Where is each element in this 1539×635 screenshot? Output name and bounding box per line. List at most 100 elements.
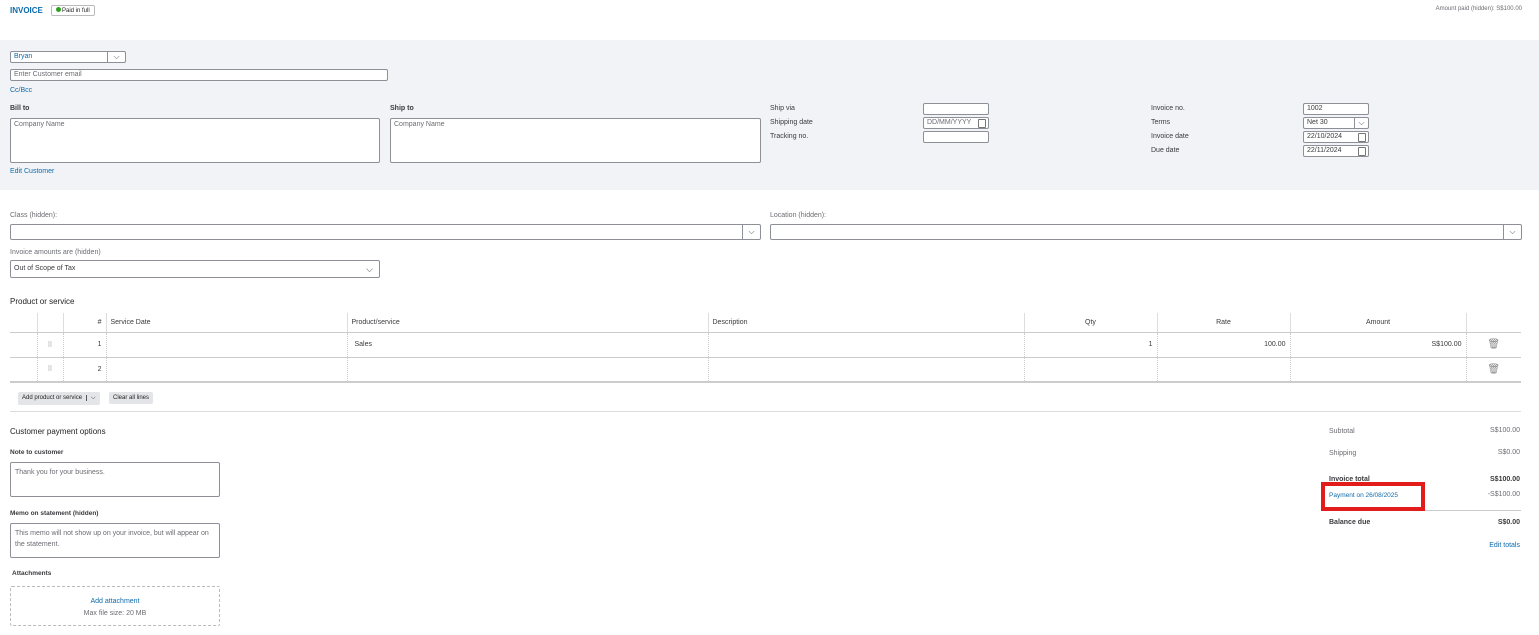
subtotal-label: Subtotal: [1329, 428, 1355, 435]
edit-customer-link[interactable]: Edit Customer: [10, 168, 54, 175]
cell-description[interactable]: [707, 332, 1024, 358]
status-dot-icon: [56, 7, 61, 12]
col-drag: [36, 313, 63, 333]
terms-label: Terms: [1151, 119, 1171, 126]
max-file-size: Max file size: 20 MB: [83, 610, 147, 617]
shipping-date-input[interactable]: DD/MM/YYYY: [923, 117, 989, 129]
chevron-down-icon: ⌵: [366, 264, 373, 274]
lines-title: Product or service: [10, 297, 75, 306]
bill-to-input[interactable]: Company Name: [10, 118, 380, 163]
add-attachment-link[interactable]: Add attachment: [11, 598, 219, 605]
shipping-value: S$0.00: [1497, 449, 1520, 456]
note-textarea[interactable]: Thank you for your business.: [10, 462, 220, 497]
ship-to-label: Ship to: [390, 105, 414, 112]
chevron-down-icon: ⌵: [107, 52, 125, 62]
table-row[interactable]: ⠿ 1 Sales 1 100.00 S$100.00 🗑: [10, 332, 1521, 358]
drag-handle-icon[interactable]: ⠿: [36, 332, 63, 358]
cell-description[interactable]: [707, 357, 1024, 383]
payment-value: -S$100.00: [1487, 491, 1520, 498]
location-label: Location (hidden):: [770, 212, 827, 219]
table-header: # Service Date Product/service Descripti…: [10, 313, 1521, 333]
table-row[interactable]: ⠿ 2 🗑: [10, 357, 1521, 383]
invoice-date-value: 22/10/2024: [1307, 133, 1343, 140]
cell-amount[interactable]: S$100.00: [1289, 332, 1466, 358]
payment-link[interactable]: Payment on 26/08/2025: [1329, 492, 1398, 499]
totals-divider: [1425, 510, 1521, 511]
balance-due-value: S$0.00: [1497, 519, 1520, 526]
due-date-value: 22/11/2024: [1307, 147, 1342, 154]
edit-totals-link[interactable]: Edit totals: [1489, 542, 1520, 549]
status-text: Paid in full: [62, 8, 90, 14]
amounts-label: Invoice amounts are (hidden): [10, 249, 101, 256]
calendar-icon[interactable]: [1358, 147, 1366, 156]
col-blank: [10, 313, 37, 333]
cell-product[interactable]: Sales: [346, 332, 708, 358]
clear-lines-button[interactable]: Clear all lines: [109, 392, 154, 404]
invoice-date-input[interactable]: 22/10/2024: [1303, 131, 1369, 143]
col-service-date: Service Date: [105, 313, 347, 333]
col-amount: Amount: [1289, 313, 1466, 333]
divider: [10, 411, 1521, 412]
terms-value: Net 30: [1307, 119, 1328, 126]
invoice-no-input[interactable]: 1002: [1303, 103, 1369, 115]
customer-email-input[interactable]: Enter Customer email: [10, 69, 388, 81]
tracking-input[interactable]: [923, 131, 989, 143]
cc-bcc-link[interactable]: Cc/Bcc: [10, 87, 32, 94]
attachment-dropzone[interactable]: Add attachment Max file size: 20 MB: [10, 586, 220, 626]
cell-date[interactable]: [105, 357, 347, 383]
cell-amount[interactable]: [1289, 357, 1466, 383]
memo-textarea[interactable]: This memo will not show up on your invoi…: [10, 523, 220, 558]
amounts-select[interactable]: Out of Scope of Tax ⌵: [10, 260, 380, 278]
ship-to-input[interactable]: Company Name: [390, 118, 761, 163]
chevron-down-icon: ⌵: [742, 225, 760, 239]
cell-qty[interactable]: 1: [1023, 332, 1157, 358]
cell-num: 2: [62, 357, 106, 383]
trash-icon[interactable]: 🗑: [1465, 332, 1521, 358]
due-date-label: Due date: [1151, 147, 1180, 154]
attachments-label: Attachments: [12, 570, 52, 577]
invoice-date-label: Invoice date: [1151, 133, 1189, 140]
tracking-label: Tracking no.: [770, 133, 809, 140]
payment-options-title: Customer payment options: [10, 427, 106, 436]
page-title: INVOICE: [10, 6, 43, 15]
class-select[interactable]: ⌵: [10, 224, 761, 240]
location-select[interactable]: ⌵: [770, 224, 1522, 240]
drag-handle-icon[interactable]: ⠿: [36, 357, 63, 383]
cell-qty[interactable]: [1023, 357, 1157, 383]
note-label: Note to customer: [10, 449, 64, 456]
cell-product[interactable]: [346, 357, 708, 383]
due-date-input[interactable]: 22/11/2024: [1303, 145, 1369, 157]
chevron-down-icon[interactable]: ⌵: [86, 395, 96, 401]
add-product-button[interactable]: Add product or service ⌵: [18, 392, 100, 405]
cell-blank: [10, 332, 37, 358]
col-actions: [1465, 313, 1521, 333]
calendar-icon[interactable]: [1358, 133, 1366, 142]
line-items-table: # Service Date Product/service Descripti…: [10, 313, 1521, 383]
class-label: Class (hidden):: [10, 212, 58, 219]
col-num: #: [62, 313, 106, 333]
customer-section: [0, 40, 1539, 190]
amounts-value: Out of Scope of Tax: [14, 265, 76, 272]
ship-via-label: Ship via: [770, 105, 795, 112]
col-qty: Qty: [1023, 313, 1157, 333]
ship-via-input[interactable]: [923, 103, 989, 115]
customer-select[interactable]: Bryan ⌵: [10, 51, 126, 63]
trash-icon[interactable]: 🗑: [1465, 357, 1521, 383]
calendar-icon[interactable]: [978, 119, 986, 128]
cell-rate[interactable]: 100.00: [1156, 332, 1290, 358]
add-product-label: Add product or service: [22, 395, 83, 401]
shipping-date-label: Shipping date: [770, 119, 813, 126]
customer-name: Bryan: [14, 53, 33, 60]
cell-date[interactable]: [105, 332, 347, 358]
chevron-down-icon: ⌵: [1354, 118, 1368, 128]
status-badge: Paid in full: [51, 5, 95, 16]
chevron-down-icon: ⌵: [1503, 225, 1521, 239]
memo-label: Memo on statement (hidden): [10, 510, 99, 517]
terms-select[interactable]: Net 30 ⌵: [1303, 117, 1369, 129]
balance-due-label: Balance due: [1329, 519, 1371, 526]
amount-paid: Amount paid (hidden): S$100.00: [1435, 6, 1522, 12]
cell-rate[interactable]: [1156, 357, 1290, 383]
col-product: Product/service: [346, 313, 708, 333]
invoice-no-label: Invoice no.: [1151, 105, 1185, 112]
col-rate: Rate: [1156, 313, 1290, 333]
